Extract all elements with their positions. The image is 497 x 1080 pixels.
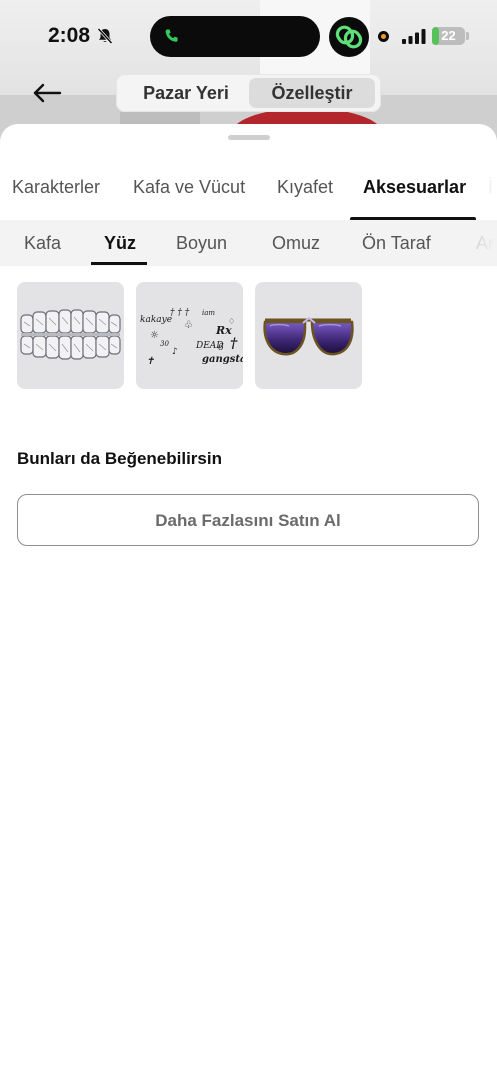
svg-text:♧: ♧ — [184, 320, 193, 331]
subtab-front[interactable]: Ön Taraf — [362, 233, 431, 254]
tattoo-text: kakaye — [140, 315, 172, 325]
status-bar: 2:08 22 — [0, 0, 497, 72]
app-activity-indicator[interactable] — [329, 17, 369, 57]
item-grid: kakaye † † † ♧ iam ♢ ☼ 30 ♪ Rx DEAD 6 † … — [17, 282, 487, 390]
diamond-grillz-icon — [20, 309, 121, 360]
active-subtab-indicator — [91, 262, 147, 265]
tattoo-text: gangsta — [202, 354, 243, 365]
tab-fade — [467, 169, 497, 215]
tab-characters[interactable]: Karakterler — [12, 177, 100, 198]
svg-text:✝: ✝ — [146, 356, 155, 367]
category-tab-bar: Karakterler Kafa ve Vücut Kıyafet Aksesu… — [0, 169, 497, 221]
sheet-drag-handle[interactable] — [228, 135, 270, 140]
buy-more-button[interactable]: Daha Fazlasını Satın Al — [17, 494, 479, 546]
svg-text:† † †: † † † — [170, 308, 190, 318]
face-tattoos-icon: kakaye † † † ♧ iam ♢ ☼ 30 ♪ Rx DEAD 6 † … — [140, 308, 243, 367]
svg-text:†: † — [230, 336, 238, 352]
tab-accessories[interactable]: Aksesuarlar — [363, 177, 466, 198]
status-time: 2:08 — [48, 24, 91, 47]
item-purple-sunglasses[interactable] — [255, 282, 362, 389]
battery-tip — [466, 32, 469, 40]
subtab-face[interactable]: Yüz — [104, 233, 136, 254]
subtab-fade — [457, 220, 497, 266]
svg-text:☼: ☼ — [150, 330, 159, 341]
subtab-neck[interactable]: Boyun — [176, 233, 227, 254]
battery-icon: 22 — [432, 27, 465, 45]
customize-sheet: Karakterler Kafa ve Vücut Kıyafet Aksesu… — [0, 124, 497, 1080]
item-face-tattoos[interactable]: kakaye † † † ♧ iam ♢ ☼ 30 ♪ Rx DEAD 6 † … — [136, 282, 243, 389]
item-diamond-grillz[interactable] — [17, 282, 124, 389]
subtab-head[interactable]: Kafa — [24, 233, 61, 254]
battery-percentage: 22 — [441, 28, 456, 43]
phone-call-icon — [165, 29, 178, 42]
purple-sunglasses-icon — [263, 316, 354, 356]
subtab-shoulder[interactable]: Omuz — [272, 233, 320, 254]
tab-head-and-body[interactable]: Kafa ve Vücut — [133, 177, 245, 198]
tab-clothing[interactable]: Kıyafet — [277, 177, 333, 198]
link-rings-icon — [335, 25, 363, 49]
svg-text:30: 30 — [160, 340, 169, 348]
svg-text:6: 6 — [218, 343, 224, 353]
segment-customize[interactable]: Özelleştir — [249, 78, 375, 108]
marketplace-customize-toggle: Pazar Yeri Özelleştir — [116, 74, 381, 112]
recommendations-title: Bunları da Beğenebilirsin — [17, 449, 222, 468]
subcategory-tab-bar: Kafa Yüz Boyun Omuz Ön Taraf Ar — [0, 220, 497, 266]
bell-muted-icon — [97, 27, 113, 45]
back-arrow-icon[interactable] — [30, 78, 64, 108]
svg-text:♪: ♪ — [172, 347, 178, 357]
recording-indicator — [378, 31, 389, 42]
cellular-signal-icon — [402, 29, 426, 44]
segment-marketplace[interactable]: Pazar Yeri — [124, 78, 248, 108]
tattoo-text: iam — [202, 309, 215, 317]
